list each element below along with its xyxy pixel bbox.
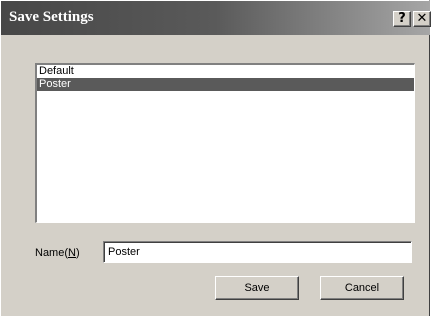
name-label-mnemonic: N xyxy=(68,247,76,259)
settings-listbox[interactable]: Default Poster xyxy=(35,63,415,223)
close-button[interactable]: ✕ xyxy=(413,11,431,27)
title-bar[interactable]: Save Settings ? ✕ xyxy=(1,1,431,35)
save-settings-dialog: Save Settings ? ✕ Default Poster Name(N)… xyxy=(0,0,431,316)
name-field-label: Name(N) xyxy=(35,247,80,259)
help-icon: ? xyxy=(398,11,406,26)
name-label-suffix: ) xyxy=(75,247,80,259)
save-button[interactable]: Save xyxy=(215,276,299,300)
close-icon: ✕ xyxy=(416,11,428,26)
cancel-button[interactable]: Cancel xyxy=(320,276,404,300)
list-item-default[interactable]: Default xyxy=(37,65,414,78)
help-button[interactable]: ? xyxy=(393,11,411,27)
name-label-prefix: Name( xyxy=(35,247,69,259)
dialog-title: Save Settings xyxy=(9,9,94,25)
list-item-poster[interactable]: Poster xyxy=(37,78,414,91)
name-input[interactable]: Poster xyxy=(103,241,412,263)
